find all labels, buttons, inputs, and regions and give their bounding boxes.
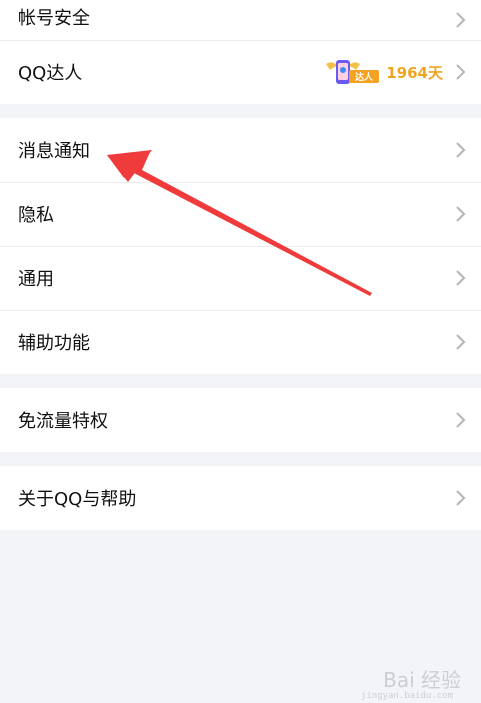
chevron-right-icon xyxy=(453,62,467,82)
daren-badge: 达人 1964天 xyxy=(324,58,443,86)
daren-wings-icon: 达人 xyxy=(324,58,380,86)
chevron-right-icon xyxy=(453,332,467,352)
settings-group-account: 帐号安全 QQ达人 达人 1964天 xyxy=(0,0,481,104)
settings-row-notifications[interactable]: 消息通知 xyxy=(0,118,481,182)
watermark-sub: jingyan.baidu.com xyxy=(360,691,453,701)
row-label: 通用 xyxy=(18,269,54,290)
row-label: 免流量特权 xyxy=(18,411,108,432)
settings-row-qq-daren[interactable]: QQ达人 达人 1964天 xyxy=(0,40,481,104)
settings-row-free-data[interactable]: 免流量特权 xyxy=(0,388,481,452)
chevron-right-icon xyxy=(453,204,467,224)
row-label: 隐私 xyxy=(18,205,54,226)
row-label: QQ达人 xyxy=(18,63,83,84)
settings-group-about: 关于QQ与帮助 xyxy=(0,466,481,530)
group-separator xyxy=(0,104,481,118)
settings-row-privacy[interactable]: 隐私 xyxy=(0,182,481,246)
settings-group-data: 免流量特权 xyxy=(0,388,481,452)
chevron-right-icon xyxy=(453,268,467,288)
watermark: Bai 经验 xyxy=(383,668,461,692)
chevron-right-icon xyxy=(453,10,467,30)
daren-days: 1964天 xyxy=(386,63,443,82)
settings-row-general[interactable]: 通用 xyxy=(0,246,481,310)
group-separator xyxy=(0,452,481,466)
row-label: 帐号安全 xyxy=(18,8,90,29)
settings-row-about-help[interactable]: 关于QQ与帮助 xyxy=(0,466,481,530)
chevron-right-icon xyxy=(453,140,467,160)
row-label: 消息通知 xyxy=(18,141,90,162)
row-label: 辅助功能 xyxy=(18,333,90,354)
settings-group-general: 消息通知 隐私 通用 辅助功能 xyxy=(0,118,481,374)
chevron-right-icon xyxy=(453,410,467,430)
daren-tag-text: 达人 xyxy=(355,71,374,83)
group-separator xyxy=(0,374,481,388)
settings-row-account-security[interactable]: 帐号安全 xyxy=(0,0,481,40)
chevron-right-icon xyxy=(453,488,467,508)
row-label: 关于QQ与帮助 xyxy=(18,489,137,510)
settings-row-accessibility[interactable]: 辅助功能 xyxy=(0,310,481,374)
